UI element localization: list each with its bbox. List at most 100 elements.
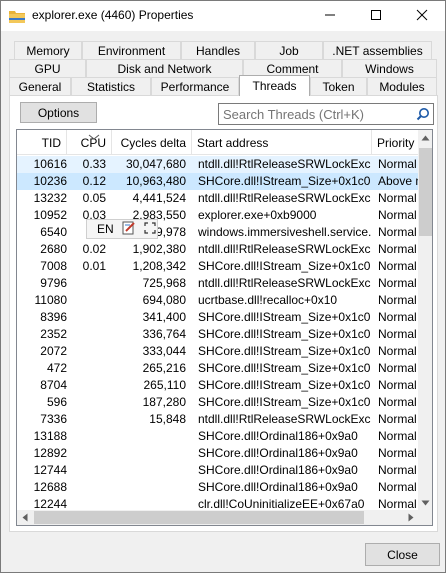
table-row[interactable]: 7336 15,848 ntdll.dll!RtlReleaseSRWLockExc… — [17, 411, 418, 428]
table-row[interactable]: 13232 0.05 4,441,524 ntdll.dll!RtlReleaseSR… — [17, 190, 418, 207]
cell-priority: Normal — [378, 480, 417, 494]
cell-start-address: SHCore.dll!IStream_Size+0x1c0 — [198, 378, 371, 392]
horizontal-scrollbar[interactable] — [17, 510, 418, 525]
tab-disk-and-network[interactable]: Disk and Network — [86, 59, 243, 78]
table-row[interactable]: 11080 694,080 ucrtbase.dll!recalloc+0x10 No… — [17, 292, 418, 309]
table-row[interactable]: 7008 0.01 1,208,342 SHCore.dll!IStream_Size… — [17, 258, 418, 275]
maximize-icon — [370, 9, 382, 24]
tab-job[interactable]: Job — [255, 41, 323, 60]
table-row[interactable]: 6540 9,978 windows.immersiveshell.service.… — [17, 224, 418, 241]
tab-windows[interactable]: Windows — [342, 59, 437, 78]
threads-table[interactable]: TID CPU Cycles delta Start address Prior… — [16, 129, 433, 526]
cell-cpu — [73, 428, 106, 445]
cell-tid: 12744 — [33, 463, 67, 477]
column-header-cycles-delta[interactable]: Cycles delta — [112, 130, 192, 155]
search-box[interactable] — [218, 103, 434, 125]
tab-memory[interactable]: Memory — [14, 41, 82, 60]
cell-tid: 13232 — [33, 191, 67, 205]
tab-environment[interactable]: Environment — [82, 41, 181, 60]
tab-net-assemblies[interactable]: .NET assemblies — [323, 41, 432, 60]
table-row[interactable]: 9796 725,968 ntdll.dll!RtlReleaseSRWLockEx… — [17, 275, 418, 292]
cell-start-address: ntdll.dll!RtlReleaseSRWLockExcl... — [198, 191, 371, 205]
cell-cpu — [73, 411, 106, 428]
tab-token[interactable]: Token — [310, 77, 367, 96]
scroll-right-icon[interactable] — [403, 510, 418, 525]
search-icon[interactable] — [416, 107, 430, 121]
column-header-start-address[interactable]: Start address — [192, 130, 372, 155]
cell-cycles-delta: 4,441,524 — [132, 191, 186, 205]
table-row[interactable]: 10236 0.12 10,963,480 SHCore.dll!IStream_Si… — [17, 173, 418, 190]
maximize-button[interactable] — [353, 1, 398, 31]
cell-cycles-delta: 30,047,680 — [125, 157, 186, 171]
ime-pen-icon[interactable] — [122, 221, 136, 238]
table-row[interactable]: 8396 341,400 SHCore.dll!IStream_Size+0x1c0… — [17, 309, 418, 326]
table-row[interactable]: 2680 0.02 1,902,380 ntdll.dll!RtlReleaseSRW… — [17, 241, 418, 258]
table-row[interactable]: 472 265,216 SHCore.dll!IStream_Size+0x1c0 N… — [17, 360, 418, 377]
cell-start-address: SHCore.dll!IStream_Size+0x1c0 — [198, 361, 371, 375]
vertical-scrollbar[interactable] — [418, 130, 432, 510]
minimize-button[interactable] — [307, 1, 352, 31]
cell-cpu — [73, 360, 106, 377]
cell-tid: 9796 — [40, 276, 67, 290]
cell-tid: 13188 — [33, 429, 67, 443]
tab-statistics[interactable]: Statistics — [71, 77, 151, 96]
cell-start-address: ucrtbase.dll!recalloc+0x10 — [198, 293, 338, 307]
cell-priority: Normal — [378, 327, 417, 341]
column-header-priority[interactable]: Priority — [372, 130, 418, 155]
table-row[interactable]: 13188 SHCore.dll!Ordinal186+0x9a0 Normal — [17, 428, 418, 445]
table-row[interactable]: 12892 SHCore.dll!Ordinal186+0x9a0 Normal — [17, 445, 418, 462]
cell-tid: 2352 — [40, 327, 67, 341]
cell-cpu — [73, 377, 106, 394]
column-header-tid[interactable]: TID — [17, 130, 67, 155]
title-bar[interactable]: explorer.exe (4460) Properties — [1, 1, 445, 31]
cell-cpu — [73, 275, 106, 292]
ime-capture-icon[interactable] — [144, 221, 156, 237]
tab-gpu[interactable]: GPU — [9, 59, 86, 78]
cell-priority: Normal — [378, 225, 417, 239]
tab-general[interactable]: General — [9, 77, 71, 96]
tab-handles[interactable]: Handles — [181, 41, 255, 60]
options-button[interactable]: Options — [20, 102, 97, 123]
cell-cycles-delta: 333,044 — [142, 344, 186, 358]
cell-tid: 2072 — [40, 344, 67, 358]
vertical-scroll-thumb[interactable] — [419, 148, 432, 236]
cell-cycles-delta: 336,764 — [142, 327, 186, 341]
table-body: 10616 0.33 30,047,680 ntdll.dll!RtlReleaseS… — [17, 156, 418, 513]
cell-tid: 6540 — [40, 225, 67, 239]
scroll-left-icon[interactable] — [17, 510, 32, 525]
table-row[interactable]: 10952 0.03 2,983,550 explorer.exe+0xb9000 No… — [17, 207, 418, 224]
cell-cycles-delta: 725,968 — [142, 276, 186, 290]
table-row[interactable]: 2352 336,764 SHCore.dll!IStream_Size+0x1c0… — [17, 326, 418, 343]
search-input[interactable] — [221, 105, 411, 123]
tab-threads[interactable]: Threads — [239, 75, 310, 96]
table-row[interactable]: 12744 SHCore.dll!Ordinal186+0x9a0 Normal — [17, 462, 418, 479]
cell-cycles-delta: 1,208,342 — [132, 259, 186, 273]
table-row[interactable]: 10616 0.33 30,047,680 ntdll.dll!RtlReleaseS… — [17, 156, 418, 173]
cell-start-address: windows.immersiveshell.service.... — [198, 225, 371, 239]
cell-start-address: SHCore.dll!IStream_Size+0x1c0 — [198, 259, 371, 273]
cell-priority: Normal — [378, 361, 417, 375]
table-row[interactable]: 8704 265,110 SHCore.dll!IStream_Size+0x1c0… — [17, 377, 418, 394]
scroll-up-icon[interactable] — [418, 130, 432, 145]
tab-modules[interactable]: Modules — [367, 77, 437, 96]
ime-language-popup[interactable]: EN — [86, 219, 158, 239]
cell-cpu: 0.12 — [82, 174, 106, 188]
table-row[interactable]: 596 187,280 SHCore.dll!IStream_Size+0x1c0 N… — [17, 394, 418, 411]
cell-priority: Normal — [378, 429, 417, 443]
close-window-button[interactable] — [399, 1, 444, 31]
table-row[interactable]: 2072 333,044 SHCore.dll!IStream_Size+0x1c0… — [17, 343, 418, 360]
cell-cpu — [73, 479, 106, 496]
table-row[interactable]: 12688 SHCore.dll!Ordinal186+0x9a0 Normal — [17, 479, 418, 496]
cell-cpu — [73, 326, 106, 343]
cell-cpu — [73, 309, 106, 326]
scroll-down-icon[interactable] — [418, 495, 432, 510]
tab-performance[interactable]: Performance — [151, 77, 239, 96]
horizontal-scroll-thumb[interactable] — [34, 511, 364, 524]
cell-cycles-delta — [113, 462, 186, 479]
cell-start-address: SHCore.dll!IStream_Size+0x1c0 — [198, 310, 371, 324]
cell-tid: 11080 — [34, 293, 67, 307]
cell-priority: Normal — [378, 259, 417, 273]
close-button[interactable]: Close — [365, 543, 440, 566]
cell-start-address: ntdll.dll!RtlReleaseSRWLockExcl... — [198, 412, 371, 426]
cell-cycles-delta: 10,963,480 — [125, 174, 186, 188]
